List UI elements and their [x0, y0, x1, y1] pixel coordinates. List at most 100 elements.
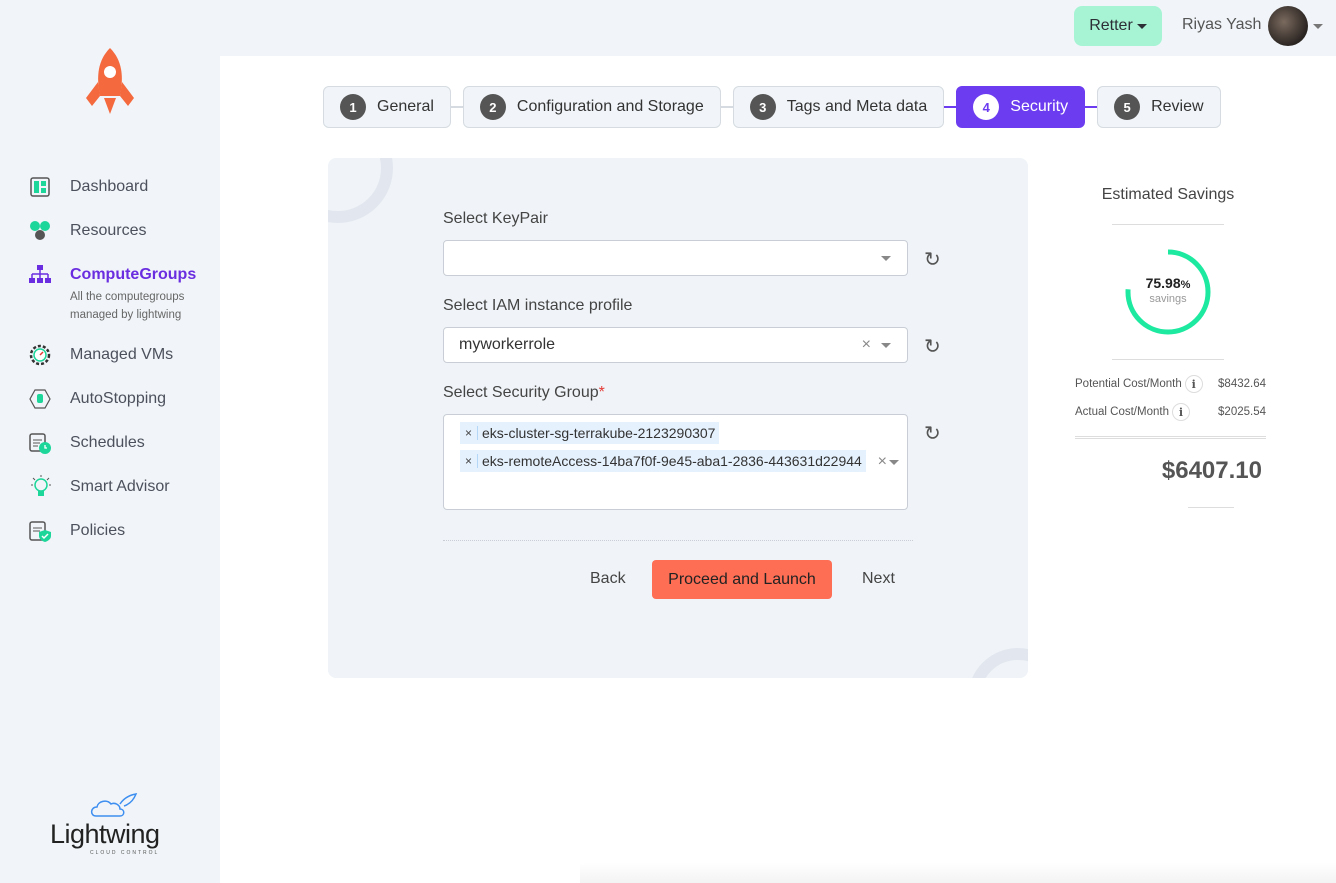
next-button[interactable]: Next: [862, 570, 895, 588]
actual-cost-label: Actual Cost/Month: [1075, 406, 1169, 418]
selected-tag: × eks-cluster-sg-terrakube-2123290307: [460, 422, 720, 444]
step-number: 4: [973, 94, 1000, 120]
bottom-shadow: [580, 863, 1336, 883]
keypair-select[interactable]: [443, 240, 908, 276]
step-connector: [720, 106, 733, 108]
back-button[interactable]: Back: [590, 570, 626, 588]
step-connector: [944, 106, 957, 108]
chevron-down-icon[interactable]: [881, 342, 891, 348]
potential-cost-value: $8432.64: [1218, 378, 1266, 390]
rocket-logo-icon[interactable]: [84, 46, 136, 123]
sidebar-item-subtitle: All the computegroups managed by lightwi…: [70, 291, 185, 321]
brand-tagline: CLOUD CONTROL: [90, 850, 160, 856]
sidebar-item-smart-advisor[interactable]: Smart Advisor: [28, 475, 200, 520]
info-icon[interactable]: i: [1184, 375, 1203, 393]
remove-tag-icon[interactable]: ×: [460, 454, 478, 468]
sidebar-item-label: Schedules: [70, 434, 145, 451]
user-name[interactable]: Riyas Yash: [1182, 16, 1261, 34]
divider: [1112, 359, 1224, 360]
tag-label: eks-remoteAccess-14ba7f0f-9e45-aba1-2836…: [482, 453, 862, 469]
required-marker: *: [598, 384, 605, 401]
step-review[interactable]: 5 Review: [1097, 86, 1221, 128]
step-number: 5: [1114, 94, 1141, 120]
sidebar-item-schedules[interactable]: Schedules: [28, 432, 200, 476]
step-connector: [1085, 106, 1098, 108]
sidebar-item-label: Resources: [70, 222, 147, 239]
resources-icon: [28, 220, 52, 242]
potential-cost-row: Potential Cost/Month i $8432.64: [1070, 370, 1266, 398]
step-label: General: [377, 98, 434, 115]
sidebar-item-label: ComputeGroups: [70, 266, 197, 283]
refresh-security-group-icon[interactable]: ↻: [924, 421, 941, 446]
lightbulb-icon: [28, 475, 52, 498]
remove-tag-icon[interactable]: ×: [460, 426, 478, 440]
proceed-and-launch-button[interactable]: Proceed and Launch: [652, 560, 832, 599]
step-security[interactable]: 4 Security: [956, 86, 1086, 128]
iam-profile-select[interactable]: myworkerrole ×: [443, 327, 908, 363]
decorative-circle: [328, 158, 393, 223]
sidebar-item-label: Policies: [70, 522, 126, 539]
refresh-iam-icon[interactable]: ↻: [924, 334, 941, 359]
dashboard-icon: [28, 176, 52, 198]
step-label: Tags and Meta data: [786, 98, 928, 115]
decorative-circle: [968, 648, 1028, 678]
brand-name: Lightwing: [50, 819, 160, 849]
total-savings: $6407.10: [1161, 457, 1262, 484]
percent-value: 75.98: [1145, 275, 1181, 291]
sidebar-nav: Dashboard Resources ComputeGroups All the…: [28, 176, 200, 564]
chevron-down-icon[interactable]: [889, 459, 899, 465]
clear-icon[interactable]: ×: [878, 453, 887, 471]
actual-cost-row: Actual Cost/Month i $2025.54: [1070, 398, 1266, 426]
step-number: 2: [479, 94, 506, 120]
sidebar-item-label: Managed VMs: [70, 346, 174, 363]
savings-label: savings: [1149, 293, 1187, 305]
sidebar-item-managed-vms[interactable]: Managed VMs: [28, 344, 200, 388]
savings-ring-chart: [1125, 249, 1211, 335]
sidebar-item-policies[interactable]: Policies: [28, 520, 200, 564]
info-icon[interactable]: i: [1171, 403, 1190, 421]
sidebar-item-resources[interactable]: Resources: [28, 220, 200, 264]
security-group-label: Select Security Group*: [443, 384, 605, 402]
sidebar-item-autostopping[interactable]: AutoStopping: [28, 388, 200, 432]
avatar[interactable]: [1268, 6, 1308, 46]
savings-ring: 75.98% savings: [1123, 247, 1213, 337]
step-tags[interactable]: 3 Tags and Meta data: [732, 86, 945, 128]
sidebar-item-label: Smart Advisor: [70, 478, 170, 495]
divider: [443, 540, 913, 541]
divider: [1112, 224, 1224, 225]
tag-label: eks-cluster-sg-terrakube-2123290307: [482, 425, 716, 441]
caret-down-icon: [1136, 23, 1147, 29]
security-group-multiselect[interactable]: × eks-cluster-sg-terrakube-2123290307 × ek…: [443, 414, 908, 510]
sidebar-item-dashboard[interactable]: Dashboard: [28, 176, 200, 220]
chevron-down-icon[interactable]: [881, 255, 891, 261]
label-text: Select Security Group: [443, 384, 599, 401]
wizard-stepper: 1 General 2 Configuration and Storage 3 Tag…: [323, 86, 1221, 128]
step-number: 3: [749, 94, 776, 120]
network-icon: [28, 264, 52, 286]
gear-gauge-icon: [28, 344, 52, 366]
step-label: Security: [1010, 98, 1069, 115]
keypair-label: Select KeyPair: [443, 210, 548, 227]
iam-value: myworkerrole: [459, 336, 556, 353]
selected-tag: × eks-remoteAccess-14ba7f0f-9e45-aba1-283…: [460, 450, 866, 472]
security-form-card: Select KeyPair ↻ Select IAM instance pro…: [328, 158, 1028, 678]
estimated-savings-panel: Estimated Savings 75.98% savings Potenti…: [1070, 186, 1266, 508]
step-general[interactable]: 1 General: [323, 86, 451, 128]
sidebar-item-computegroups[interactable]: ComputeGroups All the computegroups manag…: [28, 264, 200, 344]
savings-percent: 75.98%: [1123, 275, 1213, 291]
clipboard-shield-icon: [28, 520, 52, 542]
refresh-keypair-icon[interactable]: ↻: [924, 247, 941, 272]
step-number: 1: [340, 94, 366, 120]
hand-stop-icon: [28, 388, 52, 410]
sidebar-item-label: AutoStopping: [70, 390, 167, 407]
user-menu-caret-icon[interactable]: [1313, 24, 1323, 29]
savings-title: Estimated Savings: [1101, 186, 1235, 203]
actual-cost-value: $2025.54: [1218, 406, 1266, 418]
step-configuration[interactable]: 2 Configuration and Storage: [462, 86, 721, 128]
iam-label: Select IAM instance profile: [443, 297, 633, 314]
percent-sign: %: [1180, 279, 1191, 291]
org-switcher-button[interactable]: Retter: [1074, 6, 1162, 46]
savings-arc: [1125, 249, 1211, 335]
divider: [1075, 436, 1266, 439]
clear-icon[interactable]: ×: [862, 336, 871, 354]
